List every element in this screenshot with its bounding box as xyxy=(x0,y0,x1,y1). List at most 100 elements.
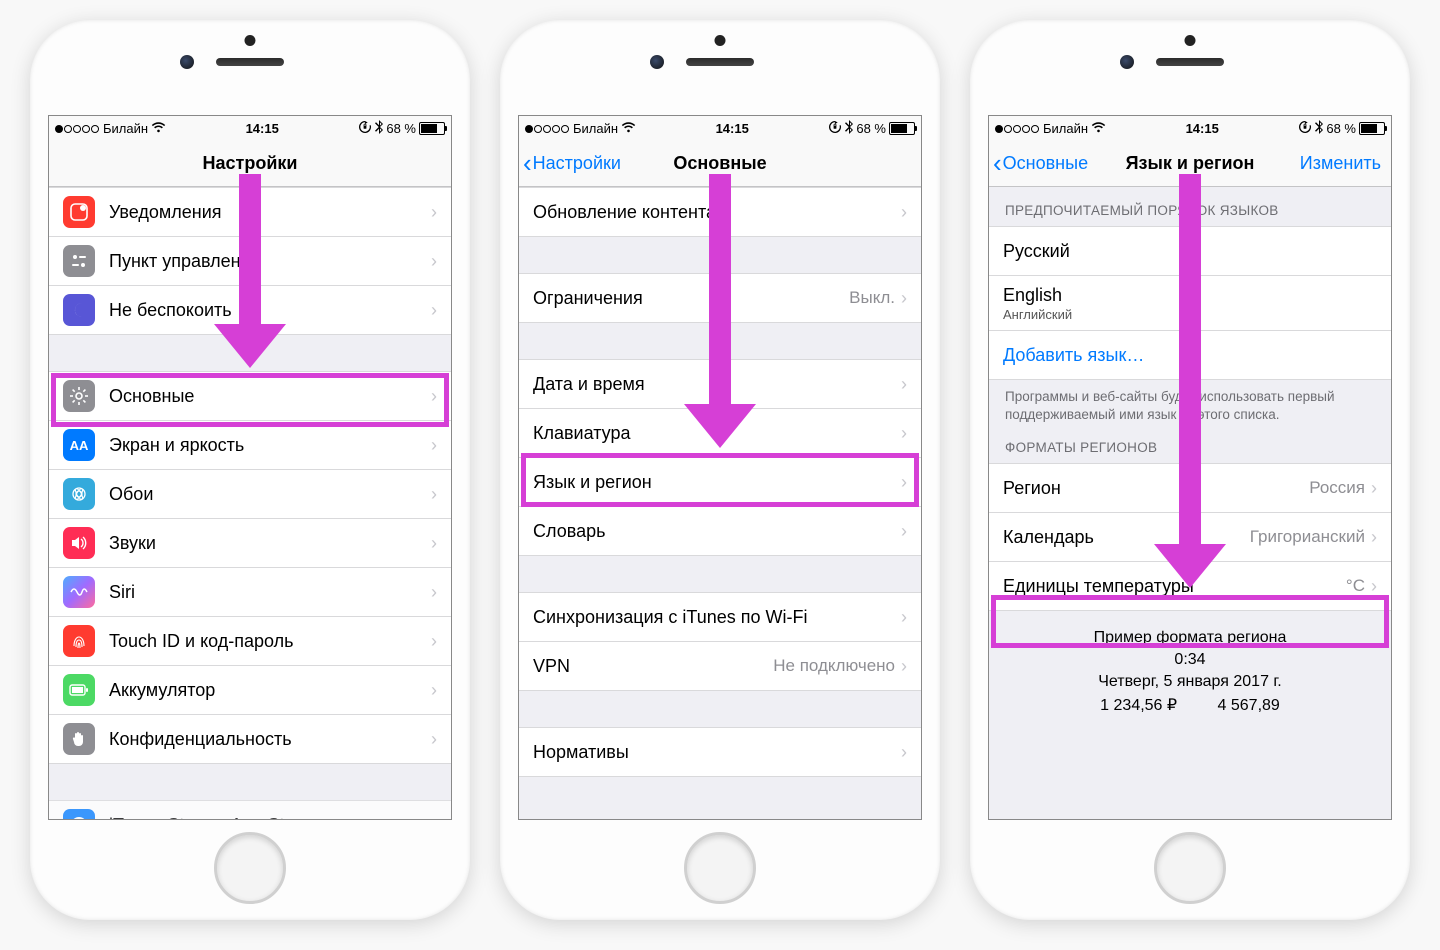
row-label: Обновление контента xyxy=(533,202,901,223)
row-notifications[interactable]: Уведомления › xyxy=(49,187,451,237)
bluetooth-icon xyxy=(845,120,853,137)
chevron-right-icon: › xyxy=(431,582,437,603)
row-temperature-units[interactable]: Единицы температуры °C › xyxy=(989,562,1391,611)
carrier-label: Билайн xyxy=(1043,121,1088,136)
row-detail: Выкл. xyxy=(849,288,901,308)
chevron-right-icon: › xyxy=(431,815,437,821)
chevron-left-icon: ‹ xyxy=(993,150,1002,176)
home-button[interactable] xyxy=(684,832,756,904)
row-language-region[interactable]: Язык и регион › xyxy=(519,458,921,507)
row-itunes-sync[interactable]: Синхронизация с iTunes по Wi-Fi › xyxy=(519,592,921,642)
row-wallpaper[interactable]: Обои › xyxy=(49,470,451,519)
chevron-right-icon: › xyxy=(431,729,437,750)
home-button[interactable] xyxy=(1154,832,1226,904)
row-battery[interactable]: Аккумулятор › xyxy=(49,666,451,715)
row-control-center[interactable]: Пункт управления › xyxy=(49,237,451,286)
row-label: Календарь xyxy=(1003,527,1250,548)
row-content-update[interactable]: Обновление контента › xyxy=(519,187,921,237)
row-add-language[interactable]: Добавить язык… xyxy=(989,331,1391,380)
row-language-english[interactable]: English Английский xyxy=(989,276,1391,331)
chevron-right-icon: › xyxy=(1371,576,1377,597)
phone-frame-3: Билайн 14:15 68 % ‹ Основные Язык и реги… xyxy=(970,20,1410,920)
row-dictionary[interactable]: Словарь › xyxy=(519,507,921,556)
status-bar: Билайн 14:15 68 % xyxy=(519,116,921,140)
row-label: Нормативы xyxy=(533,742,901,763)
chevron-right-icon: › xyxy=(431,680,437,701)
gear-icon xyxy=(63,380,95,412)
carrier-label: Билайн xyxy=(573,121,618,136)
proximity-sensor xyxy=(1185,35,1196,46)
row-label: iTunes Store и App Store xyxy=(109,815,431,821)
section-header-languages: ПРЕДПОЧИТАЕМЫЙ ПОРЯДОК ЯЗЫКОВ xyxy=(989,187,1391,226)
row-calendar[interactable]: Календарь Григорианский › xyxy=(989,513,1391,562)
back-button[interactable]: ‹ Основные xyxy=(989,150,1088,176)
battery-percent: 68 % xyxy=(856,121,886,136)
wifi-icon xyxy=(1091,121,1106,136)
notifications-icon xyxy=(63,196,95,228)
row-detail: °C xyxy=(1346,576,1371,596)
example-numbers: 1 234,56 ₽ 4 567,89 xyxy=(999,695,1381,715)
status-bar: Билайн 14:15 68 % xyxy=(989,116,1391,140)
row-label: Уведомления xyxy=(109,202,431,223)
back-button[interactable]: ‹ Настройки xyxy=(519,150,621,176)
appstore-icon: A xyxy=(63,809,95,820)
row-label: Словарь xyxy=(533,521,901,542)
chevron-right-icon: › xyxy=(901,656,907,677)
chevron-right-icon: › xyxy=(901,472,907,493)
chevron-right-icon: › xyxy=(901,202,907,223)
front-camera xyxy=(650,55,664,69)
row-siri[interactable]: Siri › xyxy=(49,568,451,617)
front-camera xyxy=(180,55,194,69)
screen-general: Билайн 14:15 68 % ‹ Настройки Основные О… xyxy=(518,115,922,820)
status-bar: Билайн 14:15 68 % xyxy=(49,116,451,140)
row-label: Аккумулятор xyxy=(109,680,431,701)
chevron-right-icon: › xyxy=(431,533,437,554)
row-display[interactable]: AA Экран и яркость › xyxy=(49,421,451,470)
screen-settings-root: Билайн 14:15 68 % Настройки xyxy=(48,115,452,820)
row-dnd[interactable]: Не беспокоить › xyxy=(49,286,451,335)
row-privacy[interactable]: Конфиденциальность › xyxy=(49,715,451,764)
row-sounds[interactable]: Звуки › xyxy=(49,519,451,568)
row-label: Конфиденциальность xyxy=(109,729,431,750)
row-label: Добавить язык… xyxy=(1003,345,1377,366)
home-button[interactable] xyxy=(214,832,286,904)
row-language-russian[interactable]: Русский xyxy=(989,226,1391,276)
signal-dots-icon xyxy=(525,121,570,136)
screen-language-region: Билайн 14:15 68 % ‹ Основные Язык и реги… xyxy=(988,115,1392,820)
proximity-sensor xyxy=(245,35,256,46)
siri-icon xyxy=(63,576,95,608)
row-general[interactable]: Основные › xyxy=(49,371,451,421)
nav-title: Настройки xyxy=(49,153,451,174)
nav-bar: Настройки xyxy=(49,140,451,187)
row-region[interactable]: Регион Россия › xyxy=(989,463,1391,513)
row-label: Siri xyxy=(109,582,431,603)
row-touchid[interactable]: Touch ID и код-пароль › xyxy=(49,617,451,666)
signal-dots-icon xyxy=(995,121,1040,136)
back-label: Настройки xyxy=(533,153,621,174)
lang-sub: Английский xyxy=(1003,307,1377,322)
row-datetime[interactable]: Дата и время › xyxy=(519,359,921,409)
nav-bar: ‹ Настройки Основные xyxy=(519,140,921,187)
example-date: Четверг, 5 января 2017 г. xyxy=(999,673,1381,691)
example-num1: 1 234,56 ₽ xyxy=(1100,695,1177,715)
row-vpn[interactable]: VPN Не подключено › xyxy=(519,642,921,691)
proximity-sensor xyxy=(715,35,726,46)
nav-bar: ‹ Основные Язык и регион Изменить xyxy=(989,140,1391,187)
row-keyboard[interactable]: Клавиатура › xyxy=(519,409,921,458)
chevron-right-icon: › xyxy=(901,607,907,628)
row-itunes[interactable]: A iTunes Store и App Store › xyxy=(49,800,451,820)
row-detail: Россия xyxy=(1309,478,1371,498)
row-label: Не беспокоить xyxy=(109,300,431,321)
status-time: 14:15 xyxy=(1106,121,1298,136)
speaker xyxy=(686,58,754,66)
status-time: 14:15 xyxy=(636,121,828,136)
chevron-right-icon: › xyxy=(431,300,437,321)
display-icon: AA xyxy=(63,429,95,461)
carrier-label: Билайн xyxy=(103,121,148,136)
row-regulatory[interactable]: Нормативы › xyxy=(519,727,921,777)
edit-button[interactable]: Изменить xyxy=(1300,153,1391,174)
chevron-right-icon: › xyxy=(901,288,907,309)
row-detail: Григорианский xyxy=(1250,527,1371,547)
section-footer-languages: Программы и веб-сайты будут использовать… xyxy=(989,380,1391,434)
row-restrictions[interactable]: Ограничения Выкл. › xyxy=(519,273,921,323)
